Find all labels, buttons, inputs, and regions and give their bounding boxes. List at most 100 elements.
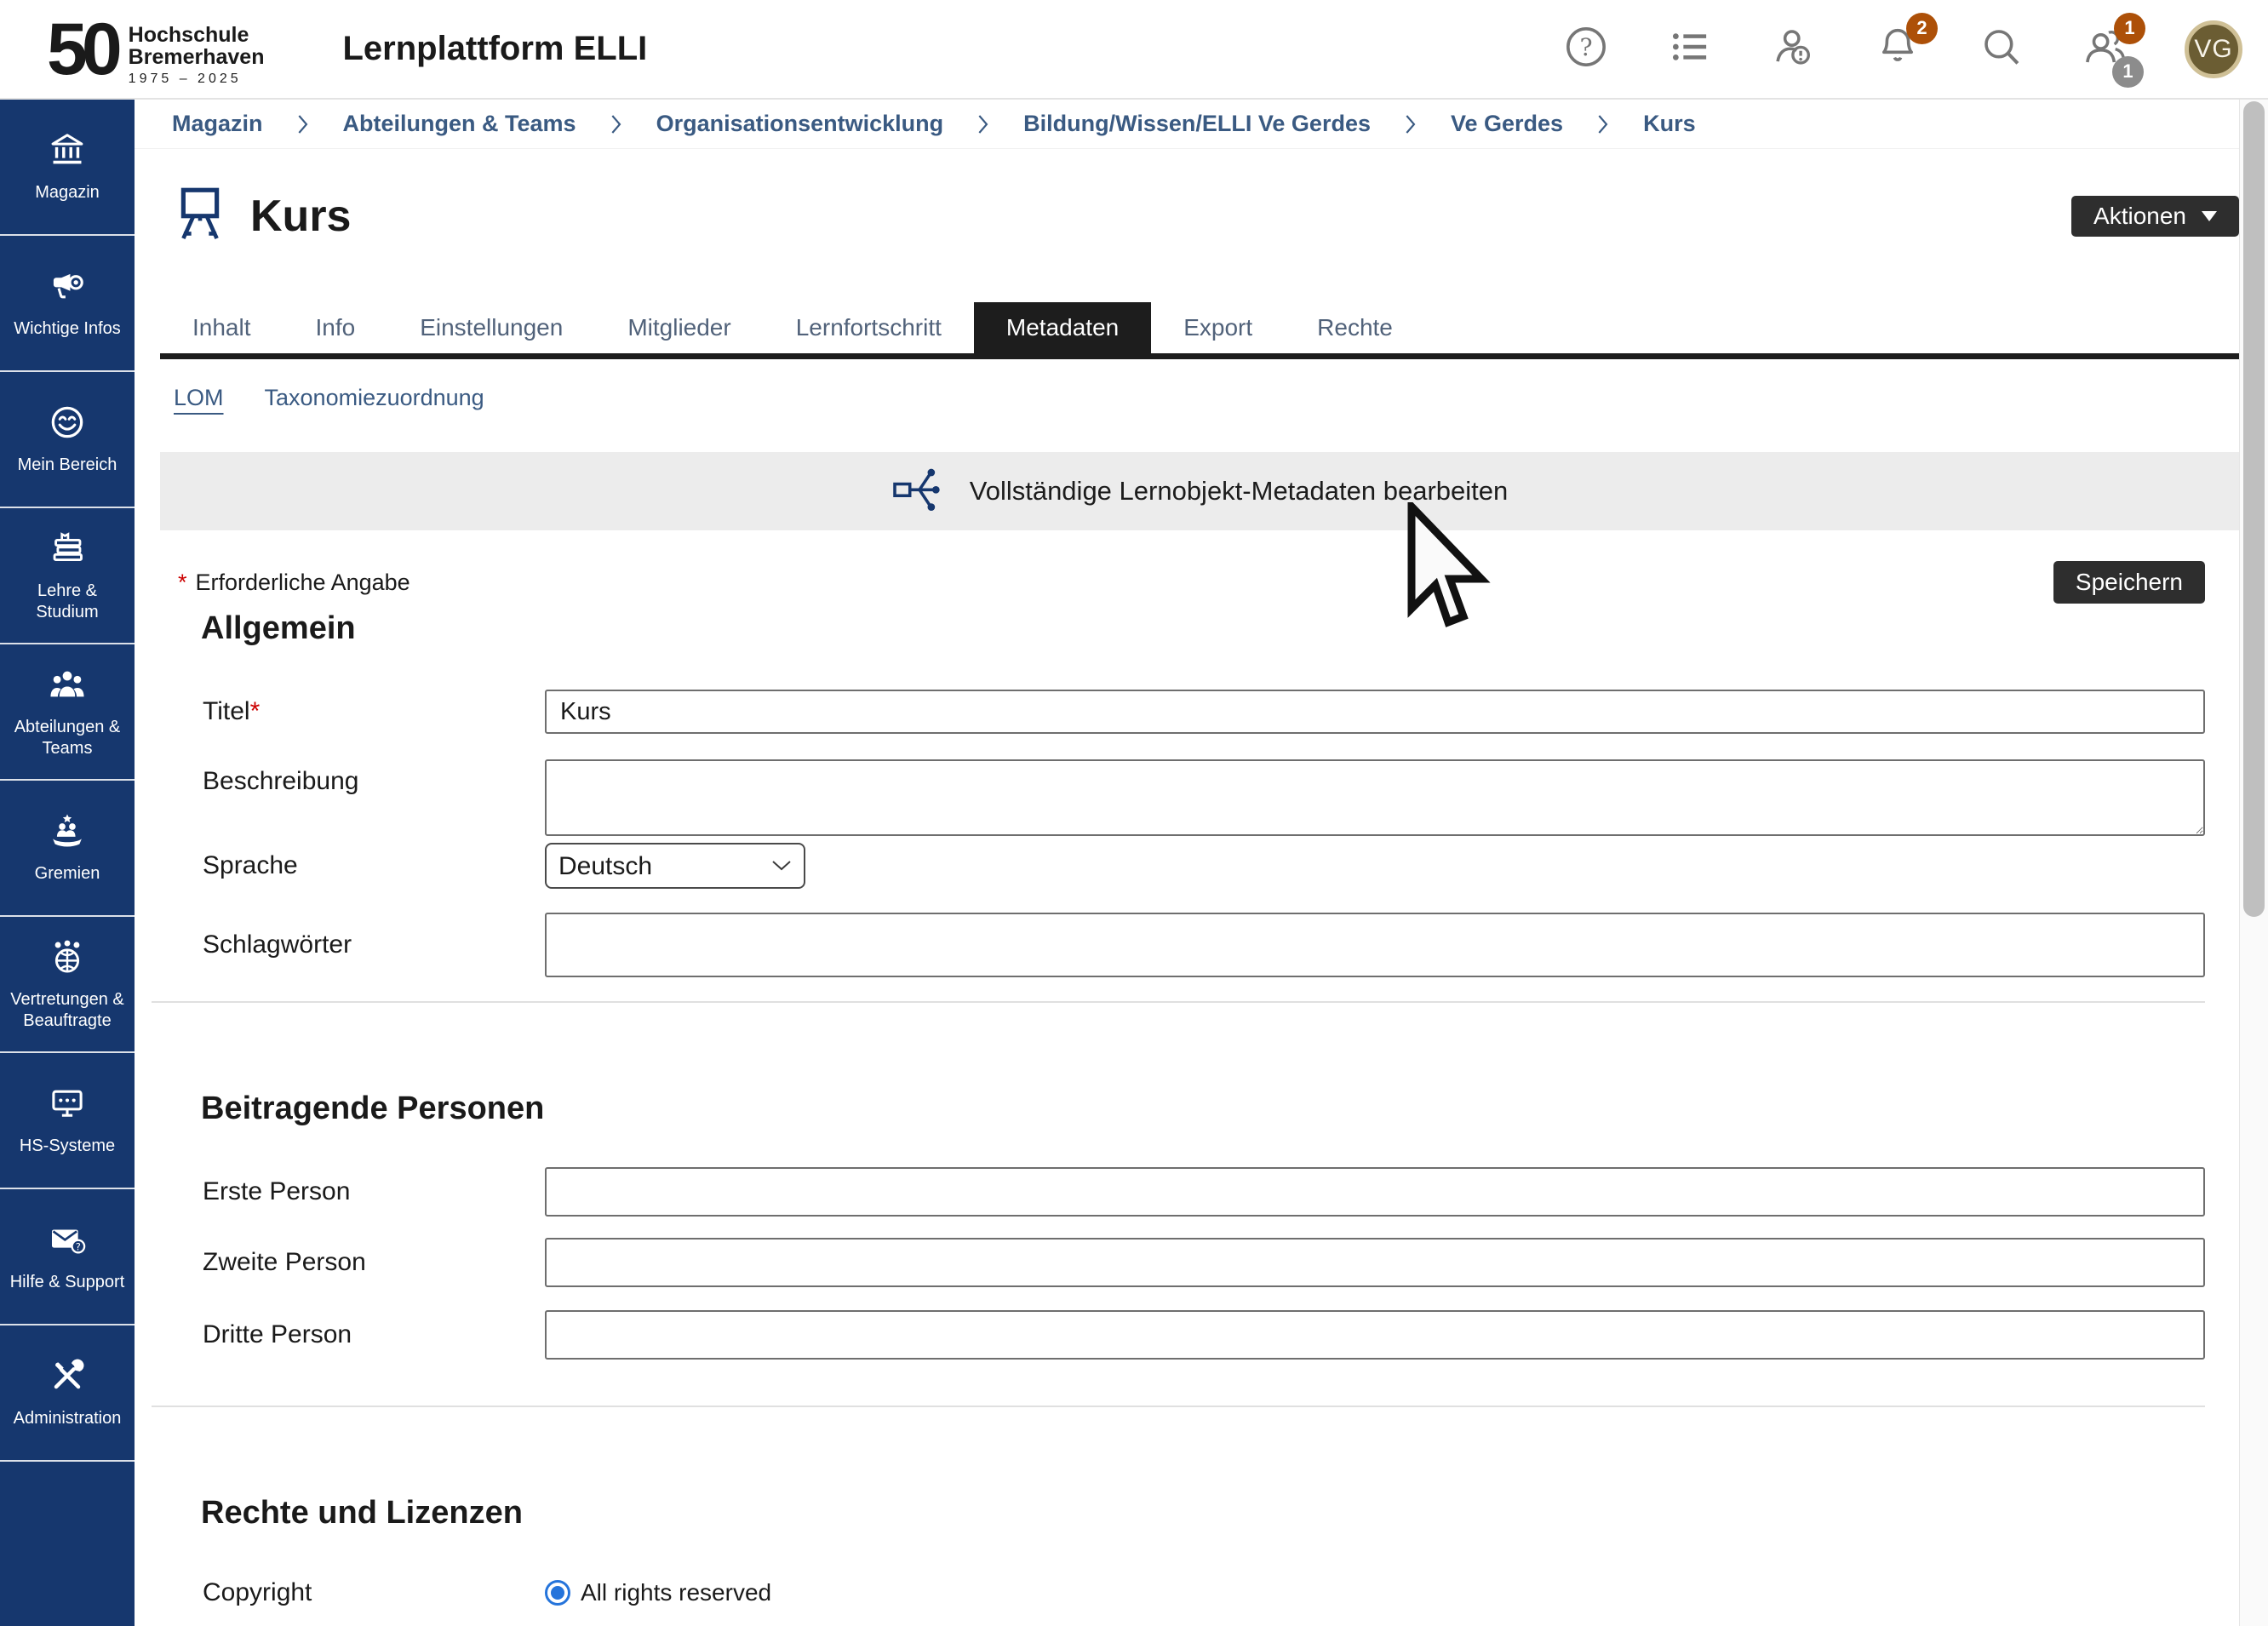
sidebar-item-label: Lehre & Studium: [4, 581, 130, 623]
metadata-form: * Erforderliche Angabe Speichern Allgeme…: [135, 561, 2239, 1607]
sprache-label: Sprache: [152, 851, 545, 880]
section-heading-beitragende: Beitragende Personen: [152, 1091, 2205, 1127]
breadcrumb-item[interactable]: Abteilungen & Teams: [343, 111, 576, 137]
section-divider: [152, 1001, 2205, 1003]
contacts-button[interactable]: 1 1: [2081, 25, 2130, 74]
tab-info[interactable]: Info: [284, 302, 388, 353]
zweite-person-input[interactable]: [545, 1238, 2205, 1287]
sidebar: Magazin Wichtige Infos Mein Bereich Lehr…: [0, 100, 135, 1626]
chevron-right-icon: [297, 114, 309, 135]
committee-icon: [48, 811, 87, 855]
breadcrumb-item[interactable]: Organisationsentwicklung: [656, 111, 944, 137]
form-row-zweite-person: Zweite Person: [152, 1238, 2205, 1287]
awareness-button[interactable]: [1769, 25, 1818, 74]
share-tree-icon: [891, 465, 948, 518]
subtab-lom[interactable]: LOM: [174, 385, 224, 411]
tab-metadaten[interactable]: Metadaten: [974, 302, 1151, 353]
tab-rechte[interactable]: Rechte: [1285, 302, 1425, 353]
main-menu-button[interactable]: [1665, 25, 1715, 74]
radio-selected-icon[interactable]: [545, 1580, 570, 1606]
banner-label: Vollständige Lernobjekt-Metadaten bearbe…: [970, 476, 1509, 507]
erste-person-input[interactable]: [545, 1167, 2205, 1217]
subtab-taxonomiezuordnung[interactable]: Taxonomiezuordnung: [265, 385, 484, 411]
copyright-label: Copyright: [152, 1578, 545, 1607]
breadcrumb: Magazin Abteilungen & Teams Organisation…: [135, 100, 2239, 149]
monitor-icon: [48, 1084, 87, 1127]
person-alert-icon: [1771, 24, 1817, 74]
tab-einstellungen[interactable]: Einstellungen: [387, 302, 595, 353]
chevron-right-icon: [1405, 114, 1417, 135]
copyright-option-label: All rights reserved: [581, 1579, 771, 1606]
smiley-icon: [48, 403, 87, 446]
tab-bar: Inhalt Info Einstellungen Mitglieder Ler…: [160, 302, 2239, 353]
course-easel-icon: [174, 184, 226, 249]
chevron-right-icon: [977, 114, 989, 135]
sprache-select[interactable]: Deutsch: [545, 843, 805, 889]
breadcrumb-item[interactable]: Magazin: [172, 111, 263, 137]
sidebar-item-label: Gremien: [35, 863, 100, 885]
save-button[interactable]: Speichern: [2053, 561, 2205, 604]
form-row-dritte-person: Dritte Person: [152, 1310, 2205, 1360]
megaphone-icon: [48, 266, 87, 310]
sidebar-item-label: Administration: [14, 1408, 122, 1429]
people-group-icon: [48, 665, 87, 708]
form-row-sprache: Sprache Deutsch: [152, 843, 2205, 889]
app-title: Lernplattform ELLI: [342, 30, 647, 68]
actions-button[interactable]: Aktionen: [2071, 196, 2239, 237]
tab-export[interactable]: Export: [1151, 302, 1285, 353]
avatar[interactable]: VG: [2185, 20, 2242, 78]
page-title-row: Kurs Aktionen: [174, 183, 2239, 249]
chevron-right-icon: [610, 114, 622, 135]
main-content: Magazin Abteilungen & Teams Organisation…: [135, 100, 2239, 1626]
edit-full-metadata-banner[interactable]: Vollständige Lernobjekt-Metadaten bearbe…: [160, 452, 2239, 530]
sidebar-item-administration[interactable]: Administration: [0, 1325, 135, 1462]
sidebar-item-hs-systeme[interactable]: HS-Systeme: [0, 1053, 135, 1189]
contacts-badge: 1: [2114, 13, 2145, 44]
sidebar-item-hilfe-support[interactable]: ? Hilfe & Support: [0, 1189, 135, 1325]
breadcrumb-item[interactable]: Kurs: [1643, 111, 1696, 137]
beschreibung-label: Beschreibung: [152, 759, 545, 804]
section-divider: [152, 1406, 2205, 1407]
chevron-right-icon: [1597, 114, 1609, 135]
sidebar-item-wichtige-infos[interactable]: Wichtige Infos: [0, 236, 135, 372]
copyright-radio-option[interactable]: All rights reserved: [545, 1579, 2205, 1606]
svg-text:?: ?: [76, 1240, 81, 1252]
breadcrumb-item[interactable]: Ve Gerdes: [1451, 111, 1563, 137]
help-button[interactable]: ?: [1561, 25, 1611, 74]
vertical-scrollbar[interactable]: [2239, 100, 2268, 1626]
required-hint: * Erforderliche Angabe: [178, 570, 410, 596]
sidebar-item-lehre-studium[interactable]: Lehre & Studium: [0, 508, 135, 644]
titel-input[interactable]: [545, 690, 2205, 734]
notifications-button[interactable]: 2: [1873, 25, 1922, 74]
required-asterisk: *: [178, 570, 187, 596]
sidebar-item-vertretungen[interactable]: Vertretungen & Beauftragte: [0, 917, 135, 1053]
sidebar-item-gremien[interactable]: Gremien: [0, 781, 135, 917]
form-row-titel: Titel*: [152, 690, 2205, 734]
university-logo[interactable]: 50 Hochschule Bremerhaven 1975 – 2025: [47, 12, 264, 87]
dritte-person-input[interactable]: [545, 1310, 2205, 1360]
bank-icon: [48, 130, 87, 174]
section-heading-allgemein: Allgemein: [152, 610, 2205, 647]
schlagwoerter-input[interactable]: [545, 913, 2205, 977]
form-header-row: * Erforderliche Angabe Speichern: [152, 561, 2205, 604]
notifications-badge: 2: [1906, 13, 1938, 44]
breadcrumb-item[interactable]: Bildung/Wissen/ELLI Ve Gerdes: [1023, 111, 1371, 137]
sidebar-item-label: Abteilungen & Teams: [4, 717, 130, 759]
form-row-schlagwoerter: Schlagwörter: [152, 913, 2205, 977]
logo-name-line1: Hochschule: [129, 24, 265, 46]
tab-mitglieder[interactable]: Mitglieder: [595, 302, 763, 353]
beschreibung-textarea[interactable]: [545, 759, 2205, 836]
scrollbar-thumb[interactable]: [2243, 101, 2265, 917]
sidebar-item-abteilungen-teams[interactable]: Abteilungen & Teams: [0, 644, 135, 781]
sidebar-item-mein-bereich[interactable]: Mein Bereich: [0, 372, 135, 508]
sidebar-item-magazin[interactable]: Magazin: [0, 100, 135, 236]
globe-people-icon: [48, 937, 87, 981]
mail-help-icon: ?: [48, 1220, 87, 1263]
page-title: Kurs: [250, 191, 351, 242]
search-button[interactable]: [1977, 25, 2026, 74]
help-icon: ?: [1563, 24, 1609, 74]
tab-inhalt[interactable]: Inhalt: [160, 302, 284, 353]
schlagwoerter-label: Schlagwörter: [152, 930, 545, 959]
search-icon: [1979, 24, 2025, 74]
tab-lernfortschritt[interactable]: Lernfortschritt: [764, 302, 974, 353]
